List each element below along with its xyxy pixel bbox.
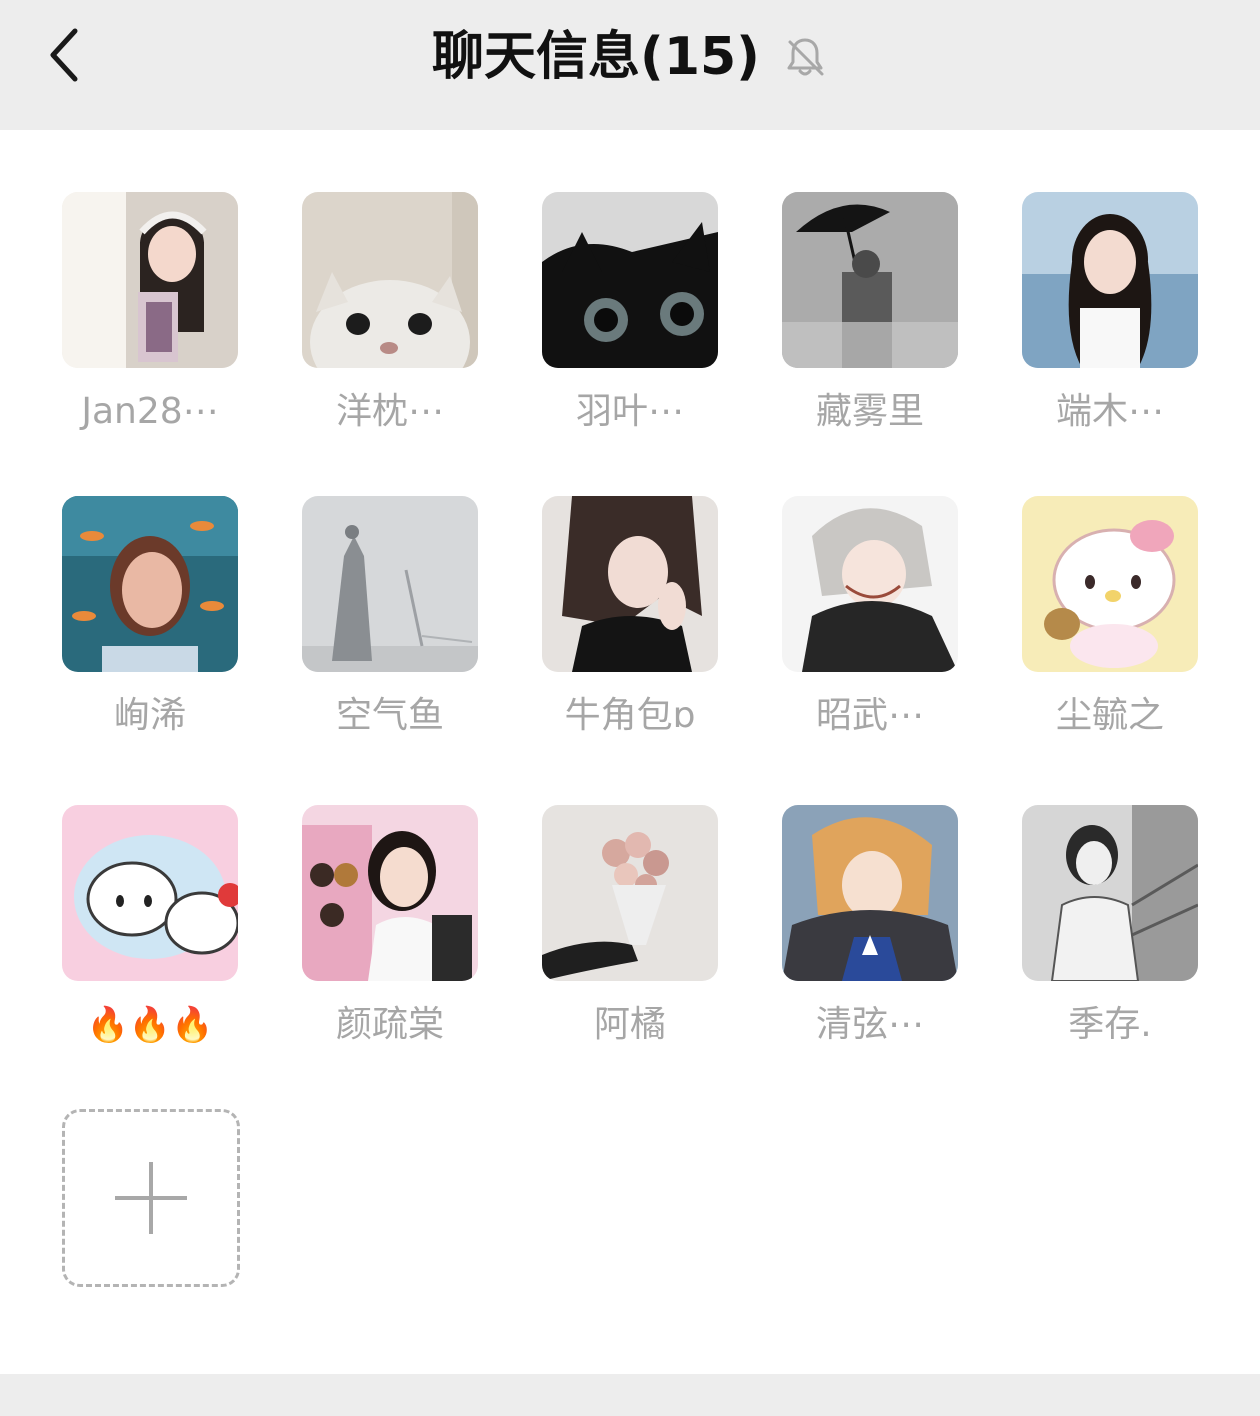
member-name: 尘毓之 (1055, 695, 1164, 736)
member-name: 季存. (1068, 1004, 1152, 1045)
members-panel: Jan28⋯ 洋枕⋯ 羽叶⋯ 藏雾里 端木⋯ 峋浠 空气鱼 牛角包ɒ 昭武⋯ 尘… (0, 130, 1260, 1374)
member-4[interactable]: 藏雾里 (782, 192, 958, 434)
member-name: 昭武⋯ (815, 695, 924, 736)
avatar (62, 496, 238, 672)
avatar (302, 805, 478, 981)
member-1[interactable]: Jan28⋯ (62, 192, 238, 434)
avatar (302, 192, 478, 368)
member-name: 端木⋯ (1055, 391, 1164, 432)
member-name: 峋浠 (113, 695, 186, 736)
avatar (1022, 496, 1198, 672)
member-12[interactable]: 颜疏棠 (302, 805, 478, 1047)
avatar (782, 192, 958, 368)
member-9[interactable]: 昭武⋯ (782, 496, 958, 738)
member-name: 清弦⋯ (815, 1004, 924, 1045)
plus-icon (115, 1162, 187, 1234)
avatar (542, 805, 718, 981)
header-bar (0, 0, 1260, 130)
member-name: 牛角包ɒ (564, 695, 696, 736)
member-10[interactable]: 尘毓之 (1022, 496, 1198, 738)
member-name: Jan28⋯ (81, 391, 219, 432)
back-button[interactable] (30, 20, 100, 90)
avatar (782, 805, 958, 981)
member-name: 阿橘 (593, 1004, 666, 1045)
avatar (542, 496, 718, 672)
member-name: 藏雾里 (815, 391, 924, 432)
member-name: 羽叶⋯ (575, 391, 684, 432)
member-11[interactable]: 🔥🔥🔥 (62, 805, 238, 1047)
member-15[interactable]: 季存. (1022, 805, 1198, 1047)
chevron-left-icon (50, 28, 78, 82)
member-2[interactable]: 洋枕⋯ (302, 192, 478, 434)
member-name: 洋枕⋯ (335, 391, 444, 432)
avatar (782, 496, 958, 672)
member-name: 颜疏棠 (335, 1004, 444, 1045)
bottom-divider-bar (0, 1374, 1260, 1416)
member-name: 🔥🔥🔥 (86, 1005, 214, 1045)
avatar (1022, 192, 1198, 368)
member-name: 空气鱼 (335, 695, 444, 736)
member-5[interactable]: 端木⋯ (1022, 192, 1198, 434)
member-6[interactable]: 峋浠 (62, 496, 238, 738)
avatar (62, 192, 238, 368)
member-8[interactable]: 牛角包ɒ (542, 496, 718, 738)
add-member-button[interactable] (62, 1109, 240, 1287)
member-13[interactable]: 阿橘 (542, 805, 718, 1047)
avatar (542, 192, 718, 368)
avatar (1022, 805, 1198, 981)
member-3[interactable]: 羽叶⋯ (542, 192, 718, 434)
avatar (302, 496, 478, 672)
member-7[interactable]: 空气鱼 (302, 496, 478, 738)
avatar (62, 805, 238, 981)
member-14[interactable]: 清弦⋯ (782, 805, 958, 1047)
